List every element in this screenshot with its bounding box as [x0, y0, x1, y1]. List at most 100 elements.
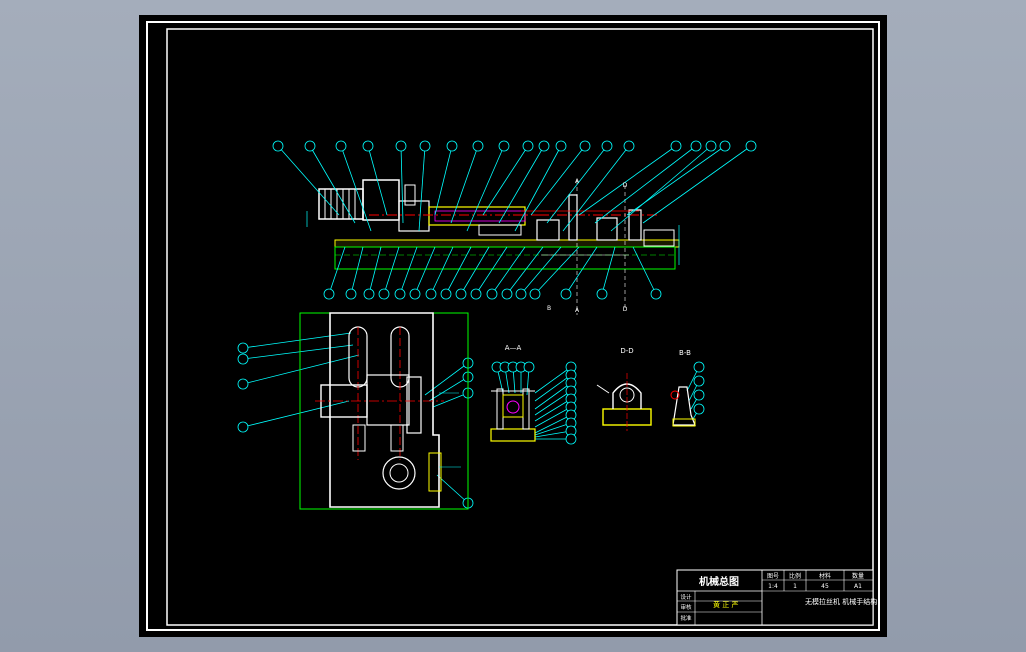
part-balloon-bottom [378, 288, 390, 300]
section-aa-balloon-leader [534, 430, 572, 438]
section-bb-balloon [693, 361, 705, 373]
part-balloon-bottom-leader [460, 246, 490, 295]
top-view [299, 312, 469, 510]
part-balloon-top-leader [450, 145, 479, 224]
motor [318, 188, 364, 220]
part-balloon-top [362, 140, 374, 152]
value-cell-1: 1:4 [768, 583, 778, 590]
part-balloon-top-leader [466, 145, 505, 232]
header-cell-2: 比例 [789, 572, 801, 580]
part-balloon-bottom-leader [601, 246, 616, 295]
drawing-title: 机械总图 [699, 575, 739, 588]
part-balloon-bottom-leader [534, 246, 580, 295]
part-balloon-top-leader [514, 145, 562, 232]
section-aa-balloon-leader [534, 390, 572, 416]
top-view-balloon-leader [242, 344, 354, 360]
part-balloon-top [538, 140, 550, 152]
slide-cylinder [428, 206, 526, 226]
header-cell-4: 数量 [852, 572, 864, 580]
part-balloon-top [272, 140, 284, 152]
part-balloon-top [705, 140, 717, 152]
part-balloon-top [745, 140, 757, 152]
part-balloon-top-leader [434, 145, 453, 216]
part-balloon-bottom [323, 288, 335, 300]
part-balloon-bottom-leader [399, 246, 418, 295]
part-balloon-bottom [560, 288, 572, 300]
section-bb-balloon [693, 403, 705, 415]
section-mark-b-bottom: B [547, 305, 551, 312]
row-label-approve: 批准 [680, 614, 692, 622]
part-balloon-bottom [409, 288, 421, 300]
part-balloon-bottom [455, 288, 467, 300]
row-label-review: 审核 [680, 603, 692, 611]
top-view-balloon-leader [428, 376, 469, 402]
part-balloon-bottom [394, 288, 406, 300]
top-view-balloon-leader [242, 354, 360, 385]
part-balloon-top [601, 140, 613, 152]
designer-name: 黄 正 严 [713, 600, 738, 609]
top-view-balloon [237, 353, 249, 365]
part-balloon-bottom-leader [520, 246, 562, 295]
part-balloon-bottom-leader [368, 246, 382, 295]
section-aa-balloon-leader [534, 382, 572, 410]
part-balloon-bottom [425, 288, 437, 300]
section-aa-title: A—A [505, 344, 522, 352]
header-cell-3: 材料 [819, 572, 831, 580]
part-balloon-top-leader [626, 145, 726, 216]
part-balloon-bottom [345, 288, 357, 300]
top-view-balloon-leader [242, 332, 352, 349]
section-dd-title: D-D [620, 347, 633, 355]
drawing-sheet: A D B A D A—A D-D B-B 机械总图 图号 比例 材料 数量 1… [139, 15, 887, 637]
row-label-design: 设计 [680, 593, 692, 601]
top-view-balloon [237, 421, 249, 433]
part-balloon-bottom [515, 288, 527, 300]
part-balloon-top-leader [400, 145, 404, 224]
gearbox [362, 179, 400, 221]
part-balloon-top-leader [562, 145, 630, 232]
part-balloon-bottom-leader [632, 246, 657, 295]
top-view-balloon [237, 342, 249, 354]
section-aa-balloon-leader [534, 366, 572, 394]
part-balloon-bottom-leader [350, 246, 364, 295]
header-cell-1: 图号 [767, 573, 779, 580]
part-balloon-top-leader [594, 145, 697, 224]
top-balloons [237, 140, 757, 509]
part-balloon-bottom-leader [383, 246, 400, 295]
part-balloon-bottom-leader [565, 246, 598, 295]
section-mark-d-bottom: D [623, 306, 628, 313]
part-balloon-bottom-leader [328, 246, 346, 295]
section-bb-balloon [693, 389, 705, 401]
part-balloon-bottom [486, 288, 498, 300]
part-balloon-top-leader [418, 145, 426, 232]
section-bb-view: B-B [670, 349, 696, 427]
title-block: 机械总图 图号 比例 材料 数量 1:4 1 45 A1 无模拉丝机 机械手结构… [676, 569, 877, 626]
part-balloon-top [446, 140, 458, 152]
value-cell-4: A1 [854, 583, 862, 590]
part-balloon-top [304, 140, 316, 152]
part-balloon-top [522, 140, 534, 152]
part-balloon-top [579, 140, 591, 152]
part-balloon-top [419, 140, 431, 152]
part-balloon-top [555, 140, 567, 152]
part-balloon-top [395, 140, 407, 152]
part-balloon-top-leader [498, 145, 545, 224]
part-balloon-top-leader [309, 145, 356, 224]
part-balloon-top-leader [482, 145, 529, 216]
part-balloon-top [670, 140, 682, 152]
part-balloon-top [623, 140, 635, 152]
inner-border [166, 28, 874, 626]
section-aa-balloon [565, 433, 577, 445]
part-balloon-top [498, 140, 510, 152]
project-name: 无模拉丝机 机械手结构 [805, 597, 877, 606]
section-aa-balloon [523, 361, 535, 373]
top-view-balloon [237, 378, 249, 390]
top-view-balloon-leader [242, 400, 350, 428]
section-aa-balloon-leader [534, 422, 572, 436]
top-view-balloon-leader [436, 474, 469, 504]
section-aa-balloon-leader [534, 374, 572, 402]
part-balloon-top-leader [578, 145, 677, 216]
part-balloon-bottom-leader [414, 246, 436, 295]
part-balloon-bottom-leader [475, 246, 508, 295]
part-balloon-top [690, 140, 702, 152]
part-balloon-bottom [529, 288, 541, 300]
